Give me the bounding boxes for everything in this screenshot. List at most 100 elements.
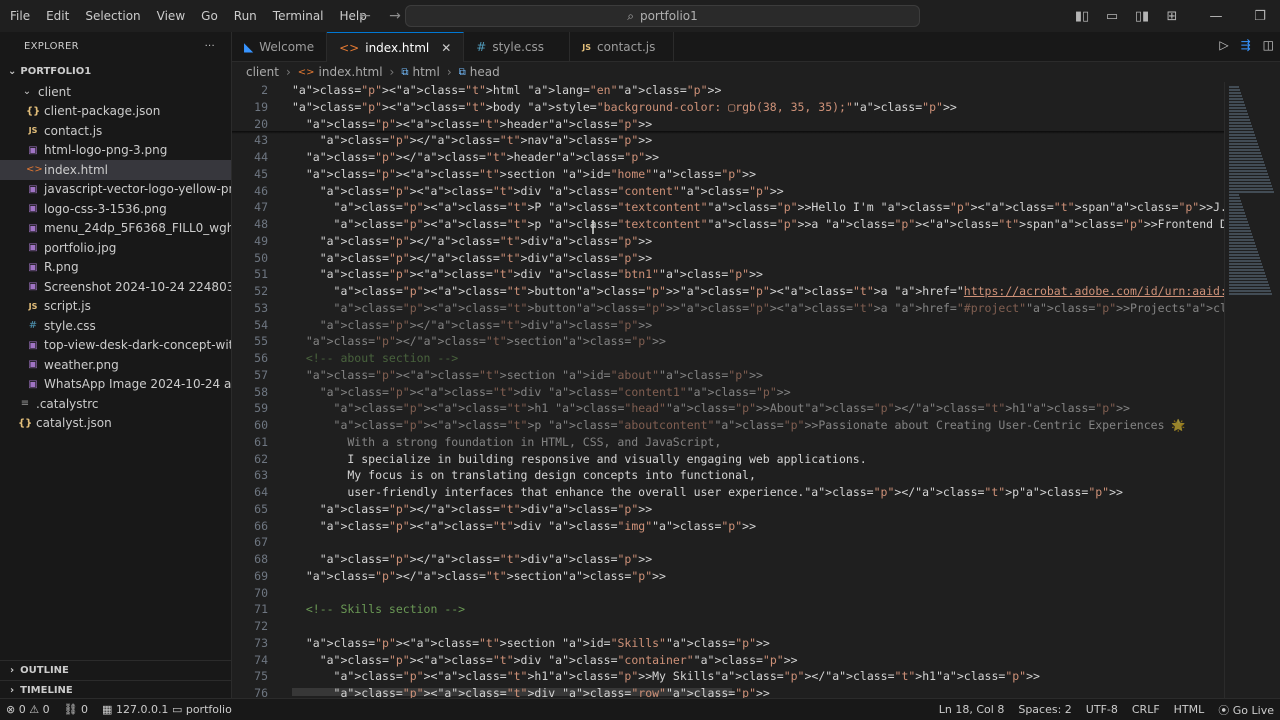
file-item[interactable]: ▣ html-logo-png-3.png bbox=[0, 141, 231, 161]
file-item[interactable]: ▣ WhatsApp Image 2024-10-24 at 22... bbox=[0, 375, 231, 395]
code-line[interactable]: 46 "a">class="p"><"a">class="t">div "a">… bbox=[232, 183, 1224, 200]
go-live-button[interactable]: ⦿ Go Live bbox=[1218, 702, 1274, 718]
code-line[interactable]: 75 "a">class="p"><"a">class="t">h1"a">cl… bbox=[232, 668, 1224, 685]
minimap-line bbox=[1229, 128, 1253, 130]
menu-item[interactable]: Go bbox=[193, 0, 226, 32]
menu-item[interactable]: Selection bbox=[77, 0, 148, 32]
open-preview-icon[interactable]: ⇶ bbox=[1241, 38, 1251, 52]
file-item[interactable]: # style.css bbox=[0, 316, 231, 336]
code-line[interactable]: 47 "a">class="p"><"a">class="t">P "a">cl… bbox=[232, 199, 1224, 216]
file-item[interactable]: ▣ top-view-desk-dark-concept-with-... bbox=[0, 336, 231, 356]
outline-section[interactable]: › OUTLINE bbox=[0, 660, 232, 680]
code-line[interactable]: 54 "a">class="p"></"a">class="t">div"a">… bbox=[232, 317, 1224, 334]
toggle-sidebar-icon[interactable]: ▮▯ bbox=[1072, 6, 1092, 26]
code-line[interactable]: 50 "a">class="p"></"a">class="t">div"a">… bbox=[232, 250, 1224, 267]
file-item[interactable]: ▣ R.png bbox=[0, 258, 231, 278]
code-line[interactable]: 66 "a">class="p"><"a">class="t">div "a">… bbox=[232, 518, 1224, 535]
line-ending[interactable]: CRLF bbox=[1132, 703, 1160, 716]
code-line[interactable]: 59 "a">class="p"><"a">class="t">h1 "a">c… bbox=[232, 400, 1224, 417]
code-line[interactable]: 56 <!-- about section --> bbox=[232, 350, 1224, 367]
language-mode[interactable]: HTML bbox=[1174, 703, 1205, 716]
menu-item[interactable]: File bbox=[2, 0, 38, 32]
problems-indicator[interactable]: ⊗ 0 ⚠ 0 bbox=[6, 703, 50, 716]
folder-client[interactable]: ⌄ client bbox=[0, 82, 231, 102]
code-line[interactable]: 72 bbox=[232, 618, 1224, 635]
code-line[interactable]: 62 I specialize in building responsive a… bbox=[232, 451, 1224, 468]
code-line[interactable]: 53 "a">class="p"><"a">class="t">button"a… bbox=[232, 300, 1224, 317]
code-line[interactable]: 20 "a">class="p"><"a">class="t">header"a… bbox=[232, 116, 1224, 133]
ports-indicator[interactable]: ⛓ 0 bbox=[64, 703, 88, 716]
minimize-icon[interactable]: — bbox=[1206, 6, 1226, 26]
split-editor-icon[interactable]: ◫ bbox=[1263, 38, 1274, 52]
breadcrumb-item[interactable]: client bbox=[246, 65, 279, 79]
tab-contact-js[interactable]: JS contact.js bbox=[570, 32, 675, 62]
file-item[interactable]: ▣ portfolio.jpg bbox=[0, 238, 231, 258]
indentation[interactable]: Spaces: 2 bbox=[1018, 703, 1071, 716]
file-item[interactable]: ≡ .catalystrc bbox=[0, 394, 231, 414]
code-line[interactable]: 63 My focus is on translating design con… bbox=[232, 467, 1224, 484]
code-line[interactable]: 2 "a">class="p"><"a">class="t">html "a">l… bbox=[232, 82, 1224, 99]
timeline-section[interactable]: › TIMELINE bbox=[0, 680, 232, 700]
code-line[interactable]: 74 "a">class="p"><"a">class="t">div "a">… bbox=[232, 652, 1224, 669]
code-line[interactable]: 49 "a">class="p"></"a">class="t">div"a">… bbox=[232, 233, 1224, 250]
file-item[interactable]: {} catalyst.json bbox=[0, 414, 231, 434]
code-line[interactable]: 58 "a">class="p"><"a">class="t">div "a">… bbox=[232, 384, 1224, 401]
toggle-panel-icon[interactable]: ▭ bbox=[1102, 6, 1122, 26]
restore-icon[interactable]: ❐ bbox=[1250, 6, 1270, 26]
file-item[interactable]: ▣ logo-css-3-1536.png bbox=[0, 199, 231, 219]
toggle-secondary-sidebar-icon[interactable]: ▯▮ bbox=[1132, 6, 1152, 26]
forward-arrow-icon[interactable]: → bbox=[385, 6, 405, 26]
code-editor[interactable]: 2 "a">class="p"><"a">class="t">html "a">l… bbox=[232, 82, 1224, 698]
breadcrumb-item[interactable]: index.html bbox=[319, 65, 383, 79]
minimap[interactable] bbox=[1224, 82, 1280, 698]
file-item[interactable]: JS script.js bbox=[0, 297, 231, 317]
code-line[interactable]: 67 bbox=[232, 534, 1224, 551]
run-icon[interactable]: ▷ bbox=[1219, 38, 1228, 52]
code-line[interactable]: 60 "a">class="p"><"a">class="t">p "a">cl… bbox=[232, 417, 1224, 434]
code-line[interactable]: 55 "a">class="p"></"a">class="t">section… bbox=[232, 333, 1224, 350]
tab-index-html[interactable]: <> index.html ✕ bbox=[327, 32, 465, 62]
code-line[interactable]: 52 "a">class="p"><"a">class="t">button"a… bbox=[232, 283, 1224, 300]
tab-welcome[interactable]: ◣ Welcome bbox=[232, 32, 328, 62]
code-line[interactable]: 48 "a">class="p"><"a">class="t">p "a">cl… bbox=[232, 216, 1224, 233]
tab-style-css[interactable]: # style.css bbox=[464, 32, 571, 62]
file-item[interactable]: ▣ menu_24dp_5F6368_FILL0_wght40... bbox=[0, 219, 231, 239]
code-line[interactable]: 70 bbox=[232, 585, 1224, 602]
file-item[interactable]: {} client-package.json bbox=[0, 102, 231, 122]
menu-item[interactable]: Edit bbox=[38, 0, 77, 32]
code-line[interactable]: 64 user-friendly interfaces that enhance… bbox=[232, 484, 1224, 501]
close-icon[interactable]: ✕ bbox=[441, 41, 451, 55]
breadcrumb-item[interactable]: head bbox=[470, 65, 500, 79]
menu-item[interactable]: Terminal bbox=[265, 0, 332, 32]
code-line[interactable]: 65 "a">class="p"></"a">class="t">div"a">… bbox=[232, 501, 1224, 518]
file-item[interactable]: JS contact.js bbox=[0, 121, 231, 141]
code-line[interactable]: 43 "a">class="p"></"a">class="t">nav"a">… bbox=[232, 132, 1224, 149]
server-indicator[interactable]: ▦ 127.0.0.1 ▭ portfolio bbox=[102, 703, 232, 716]
code-line[interactable]: 51 "a">class="p"><"a">class="t">div "a">… bbox=[232, 266, 1224, 283]
menu-item[interactable]: View bbox=[149, 0, 193, 32]
cursor-position[interactable]: Ln 18, Col 8 bbox=[939, 703, 1005, 716]
menu-item[interactable]: Run bbox=[226, 0, 265, 32]
code-line[interactable]: 73 "a">class="p"><"a">class="t">section … bbox=[232, 635, 1224, 652]
command-center[interactable]: ⌕ portfolio1 bbox=[405, 5, 920, 27]
workspace-root[interactable]: ⌄ PORTFOLIO1 bbox=[0, 60, 231, 82]
file-item[interactable]: ▣ Screenshot 2024-10-24 224803.png bbox=[0, 277, 231, 297]
code-line[interactable]: 44 "a">class="p"></"a">class="t">header"… bbox=[232, 149, 1224, 166]
customize-layout-icon[interactable]: ⊞ bbox=[1162, 6, 1182, 26]
encoding[interactable]: UTF-8 bbox=[1086, 703, 1118, 716]
code-line[interactable]: 68 "a">class="p"></"a">class="t">div"a">… bbox=[232, 551, 1224, 568]
breadcrumb-item[interactable]: html bbox=[412, 65, 439, 79]
file-item[interactable]: <> index.html bbox=[0, 160, 231, 180]
code-line[interactable]: 19 "a">class="p"><"a">class="t">body "a">… bbox=[232, 99, 1224, 116]
more-actions-icon[interactable]: ··· bbox=[205, 41, 215, 52]
code-line[interactable]: 45 "a">class="p"><"a">class="t">section … bbox=[232, 166, 1224, 183]
code-line[interactable]: 69 "a">class="p"></"a">class="t">section… bbox=[232, 568, 1224, 585]
file-item[interactable]: ▣ javascript-vector-logo-yellow-png-... bbox=[0, 180, 231, 200]
code-line[interactable]: 76 "a">class="p"><"a">class="t">div "a">… bbox=[232, 685, 1224, 698]
code-line[interactable]: 71 <!-- Skills section --> bbox=[232, 601, 1224, 618]
code-line[interactable]: 61 With a strong foundation in HTML, CSS… bbox=[232, 434, 1224, 451]
file-item[interactable]: ▣ weather.png bbox=[0, 355, 231, 375]
file-label: contact.js bbox=[44, 123, 103, 138]
code-line[interactable]: 57 "a">class="p"><"a">class="t">section … bbox=[232, 367, 1224, 384]
back-arrow-icon[interactable]: ← bbox=[355, 6, 375, 26]
